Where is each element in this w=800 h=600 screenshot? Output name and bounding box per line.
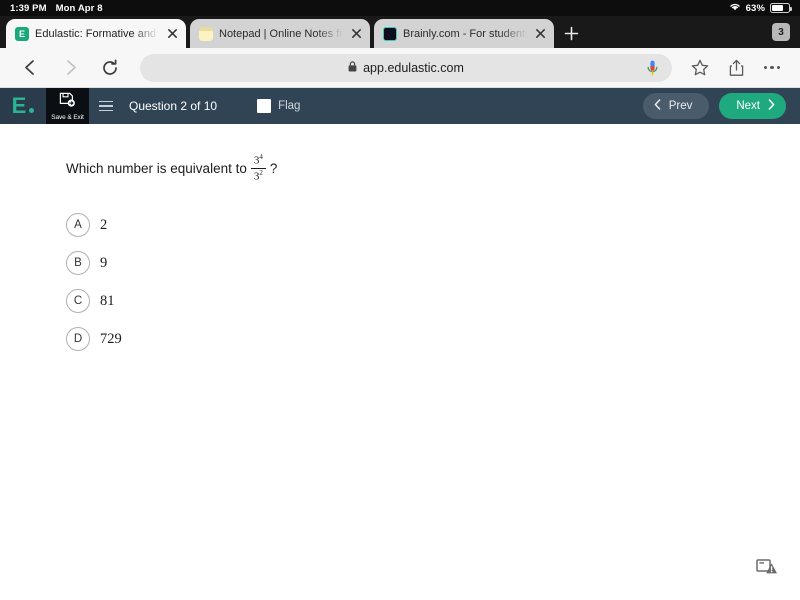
browser-toolbar: app.edulastic.com (0, 48, 800, 88)
save-and-exit-button[interactable]: Save & Exit (46, 88, 89, 124)
browser-tab[interactable]: E Edulastic: Formative and Su (6, 19, 186, 48)
brainly-favicon (383, 26, 397, 41)
question-counter: Question 2 of 10 (129, 99, 218, 113)
close-icon[interactable] (349, 27, 363, 41)
battery-percent: 63% (745, 2, 765, 14)
fraction-expression: 34 32 (250, 154, 266, 183)
answer-choice[interactable]: C 81 (66, 282, 800, 320)
tab-title: Edulastic: Formative and Su (35, 27, 159, 40)
choice-text: 729 (100, 330, 122, 347)
answer-choice[interactable]: B 9 (66, 244, 800, 282)
flag-checkbox[interactable] (257, 99, 272, 113)
close-icon[interactable] (533, 27, 547, 41)
flag-label: Flag (278, 100, 301, 112)
tab-count-badge[interactable]: 3 (772, 23, 790, 41)
status-bar-right: 63% (729, 2, 792, 14)
numerator-exponent: 4 (259, 153, 263, 161)
forward-arrow-icon (52, 52, 88, 84)
browser-tab-strip: E Edulastic: Formative and Su Notepad | … (0, 16, 800, 48)
choice-letter[interactable]: C (66, 289, 90, 314)
wifi-icon (729, 2, 741, 14)
tab-title: Brainly.com - For students. (403, 27, 527, 40)
save-exit-icon (59, 92, 76, 113)
choice-letter[interactable]: A (66, 213, 90, 238)
accessibility-alert-icon[interactable] (756, 558, 778, 576)
choice-letter[interactable]: B (66, 251, 90, 276)
chevron-right-icon (768, 99, 775, 113)
prev-label: Prev (668, 100, 693, 112)
edulastic-logo[interactable]: E (0, 88, 46, 124)
status-date: Mon Apr 8 (55, 2, 103, 14)
share-icon[interactable] (720, 52, 752, 84)
question-mark: ? (269, 160, 278, 176)
save-exit-label: Save & Exit (51, 113, 84, 121)
fraction-denominator: 32 (254, 169, 263, 183)
close-icon[interactable] (165, 27, 179, 41)
next-label: Next (736, 100, 760, 112)
chevron-left-icon (654, 99, 661, 113)
hamburger-menu-icon[interactable] (89, 88, 123, 124)
star-icon[interactable] (684, 52, 716, 84)
ipad-status-bar: 1:39 PM Mon Apr 8 63% (0, 0, 800, 16)
edulastic-app-header: E Save & Exit Question 2 of 10 Flag Prev (0, 88, 800, 124)
choice-text: 81 (100, 292, 115, 309)
more-options-icon[interactable] (756, 52, 788, 84)
choice-text: 9 (100, 254, 108, 271)
browser-tab[interactable]: Brainly.com - For students. (374, 19, 554, 48)
battery-icon (770, 3, 792, 13)
answer-choice[interactable]: A 2 (66, 206, 800, 244)
denominator-exponent: 2 (259, 168, 263, 177)
address-bar-content: app.edulastic.com (348, 59, 464, 77)
notepad-favicon (199, 26, 213, 41)
answer-choices-list: A 2 B 9 C 81 D 729 (66, 206, 800, 358)
edulastic-favicon: E (15, 26, 29, 41)
browser-tab[interactable]: Notepad | Online Notes free (190, 19, 370, 48)
lock-icon (348, 59, 357, 77)
url-text: app.edulastic.com (363, 60, 464, 75)
logo-letter: E (11, 93, 27, 118)
status-bar-left: 1:39 PM Mon Apr 8 (10, 3, 103, 14)
choice-text: 2 (100, 216, 108, 233)
choice-letter[interactable]: D (66, 327, 90, 352)
fraction-numerator: 34 (254, 154, 263, 168)
answer-choice[interactable]: D 729 (66, 320, 800, 358)
microphone-icon[interactable] (647, 60, 658, 81)
logo-dot-icon (29, 107, 35, 113)
address-bar[interactable]: app.edulastic.com (140, 53, 672, 82)
flag-control[interactable]: Flag (257, 99, 300, 113)
back-arrow-icon[interactable] (12, 52, 48, 84)
reload-icon[interactable] (92, 52, 128, 84)
new-tab-button[interactable] (554, 19, 588, 48)
question-content-area: Which number is equivalent to 34 32 ? A … (0, 124, 800, 588)
status-time: 1:39 PM (10, 2, 47, 14)
prev-button[interactable]: Prev (642, 93, 710, 119)
next-button[interactable]: Next (719, 93, 786, 119)
question-prompt-text: Which number is equivalent to (66, 160, 247, 176)
question-navigation: Prev Next (642, 93, 786, 119)
question-prompt: Which number is equivalent to 34 32 ? (66, 154, 800, 182)
tab-title: Notepad | Online Notes free (219, 27, 343, 40)
